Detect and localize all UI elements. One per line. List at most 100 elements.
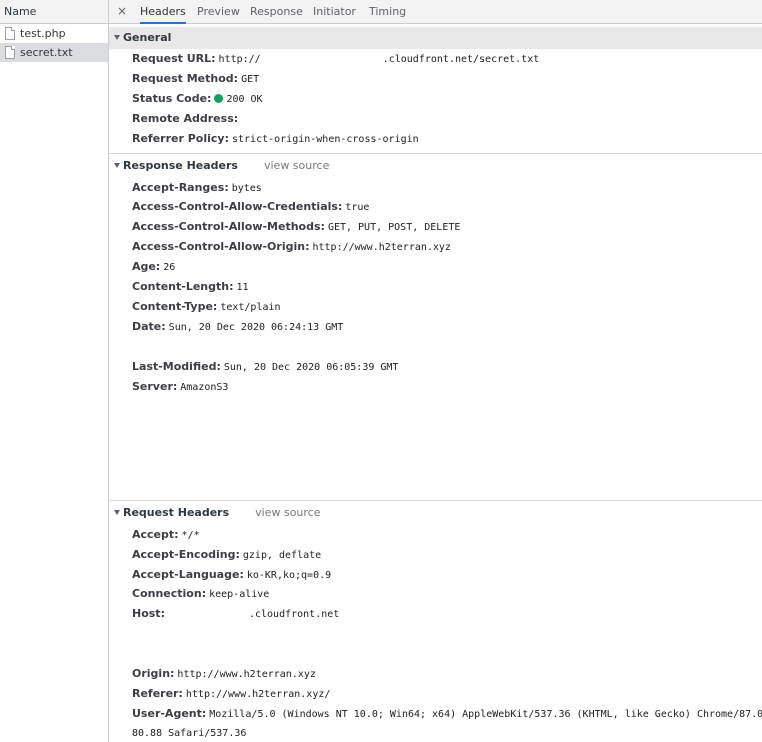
request-header-row: Connection: keep-alive	[132, 584, 269, 604]
file-name: secret.txt	[20, 46, 73, 59]
section-divider	[109, 153, 762, 154]
request-header-row: Accept-Language: ko-KR,ko;q=0.9	[132, 565, 331, 585]
header-name: Referrer Policy:	[132, 132, 229, 145]
header-name: Access-Control-Allow-Methods:	[132, 220, 325, 233]
close-icon[interactable]: ×	[115, 0, 129, 23]
header-value: http://	[218, 54, 261, 65]
header-name: Accept:	[132, 528, 179, 541]
request-header-row: Referer: http://www.h2terran.xyz/	[132, 684, 330, 704]
tab-timing[interactable]: Timing	[369, 0, 406, 23]
header-name: Origin:	[132, 667, 175, 680]
tab-headers[interactable]: Headers	[140, 0, 186, 24]
header-name: Referer:	[132, 687, 183, 700]
header-name: Access-Control-Allow-Credentials:	[132, 200, 343, 213]
header-value: Mozilla/5.0 (Windows NT 10.0; Win64; x64…	[209, 709, 762, 720]
header-value: http://www.h2terran.xyz/	[185, 689, 331, 700]
header-name: Remote Address:	[132, 112, 239, 125]
header-value: keep-alive	[209, 589, 270, 600]
section-title: General	[123, 31, 172, 44]
header-name: Last-Modified:	[132, 360, 221, 373]
response-header-row: Age: 26	[132, 257, 175, 277]
file-row-test-php[interactable]: test.php	[0, 24, 108, 43]
response-header-row: Date: Sun, 20 Dec 2020 06:24:13 GMT	[132, 317, 343, 337]
header-name: Content-Length:	[132, 280, 234, 293]
header-name: Accept-Language:	[132, 568, 244, 581]
tab-initiator[interactable]: Initiator	[313, 0, 356, 23]
header-value: Sun, 20 Dec 2020 06:24:13 GMT	[168, 322, 344, 333]
tab-response[interactable]: Response	[250, 0, 303, 23]
section-title: Request Headers	[123, 506, 230, 519]
header-value: gzip, deflate	[242, 550, 322, 561]
response-header-row: Last-Modified: Sun, 20 Dec 2020 06:05:39 …	[132, 357, 398, 377]
header-name: Accept-Ranges:	[132, 181, 229, 194]
header-value: http://www.h2terran.xyz	[312, 242, 451, 253]
detail-tab-bar: × Headers Preview Response Initiator Tim…	[109, 0, 762, 24]
header-name: Access-Control-Allow-Origin:	[132, 240, 310, 253]
status-dot-icon	[214, 94, 224, 103]
header-name: Content-Type:	[132, 300, 218, 313]
header-value: http://www.h2terran.xyz	[177, 669, 316, 680]
response-header-row: Access-Control-Allow-Origin: http://www.h…	[132, 237, 451, 257]
header-value: 11	[236, 282, 249, 293]
header-value: AmazonS3	[180, 382, 229, 393]
general-request-url: Request URL: http:// .cloudfront.net/secre…	[132, 49, 539, 69]
request-header-row-continued: 80.88 Safari/537.36	[132, 723, 246, 742]
section-title: Response Headers	[123, 159, 238, 172]
view-source-link[interactable]: view source	[255, 506, 320, 519]
header-name: Connection:	[132, 587, 207, 600]
header-name: Request Method:	[132, 72, 239, 85]
response-header-row: Content-Length: 11	[132, 277, 249, 297]
request-header-row: Accept-Encoding: gzip, deflate	[132, 545, 321, 565]
header-name: Accept-Encoding:	[132, 548, 240, 561]
name-column-header[interactable]: Name	[0, 0, 108, 24]
response-header-row: Access-Control-Allow-Methods: GET, PUT, P…	[132, 217, 460, 237]
general-remote-address: Remote Address:	[132, 109, 241, 129]
tab-preview[interactable]: Preview	[197, 0, 240, 23]
header-value: GET	[241, 74, 260, 85]
header-value: .cloudfront.net/secret.txt	[382, 54, 540, 65]
response-header-row: Accept-Ranges: bytes	[132, 178, 262, 198]
response-header-row: Server: AmazonS3	[132, 377, 228, 397]
view-source-link[interactable]: view source	[264, 159, 329, 172]
request-header-row: Origin: http://www.h2terran.xyz	[132, 664, 316, 684]
section-divider	[109, 500, 762, 501]
request-detail-pane: × Headers Preview Response Initiator Tim…	[109, 0, 762, 742]
header-value: 80.88 Safari/537.36	[132, 728, 247, 739]
file-row-secret-txt[interactable]: secret.txt	[0, 43, 108, 62]
header-value: .cloudfront.net	[248, 609, 340, 620]
general-referrer-policy: Referrer Policy: strict-origin-when-cross…	[132, 129, 419, 149]
header-name: Server:	[132, 380, 178, 393]
triangle-down-icon	[114, 163, 120, 168]
request-header-row: User-Agent: Mozilla/5.0 (Windows NT 10.0;…	[132, 704, 762, 724]
header-value: 26	[163, 262, 176, 273]
header-name: Status Code:	[132, 92, 212, 105]
header-name: User-Agent:	[132, 707, 207, 720]
general-status-code: Status Code: 200 OK	[132, 89, 263, 109]
header-value: Sun, 20 Dec 2020 06:05:39 GMT	[223, 362, 399, 373]
request-header-row: Accept: */*	[132, 525, 200, 545]
header-name: Date:	[132, 320, 166, 333]
header-name: Request URL:	[132, 52, 216, 65]
header-value: ko-KR,ko;q=0.9	[246, 570, 332, 581]
file-name: test.php	[20, 27, 66, 40]
response-header-row: Content-Type: text/plain	[132, 297, 281, 317]
header-value: true	[345, 202, 370, 213]
header-value: bytes	[231, 183, 262, 194]
header-value: strict-origin-when-cross-origin	[232, 134, 419, 145]
header-value: GET, PUT, POST, DELETE	[327, 222, 461, 233]
file-icon	[5, 27, 15, 40]
header-name: Age:	[132, 260, 161, 273]
header-value: text/plain	[220, 302, 281, 313]
general-request-method: Request Method: GET	[132, 69, 259, 89]
triangle-down-icon	[114, 35, 120, 40]
request-list-pane: Name test.php secret.txt	[0, 0, 109, 742]
response-header-row: Access-Control-Allow-Credentials: true	[132, 197, 369, 217]
general-section-header[interactable]: General	[109, 27, 762, 49]
header-value: 200 OK	[226, 94, 263, 105]
header-name: Host:	[132, 607, 165, 620]
file-icon	[5, 46, 15, 59]
request-headers-section-header[interactable]: Request Headers view source	[109, 502, 762, 524]
header-value: */*	[181, 530, 200, 541]
request-header-row: Host: .cloudfront.net	[132, 604, 339, 624]
response-headers-section-header[interactable]: Response Headers view source	[109, 155, 762, 177]
